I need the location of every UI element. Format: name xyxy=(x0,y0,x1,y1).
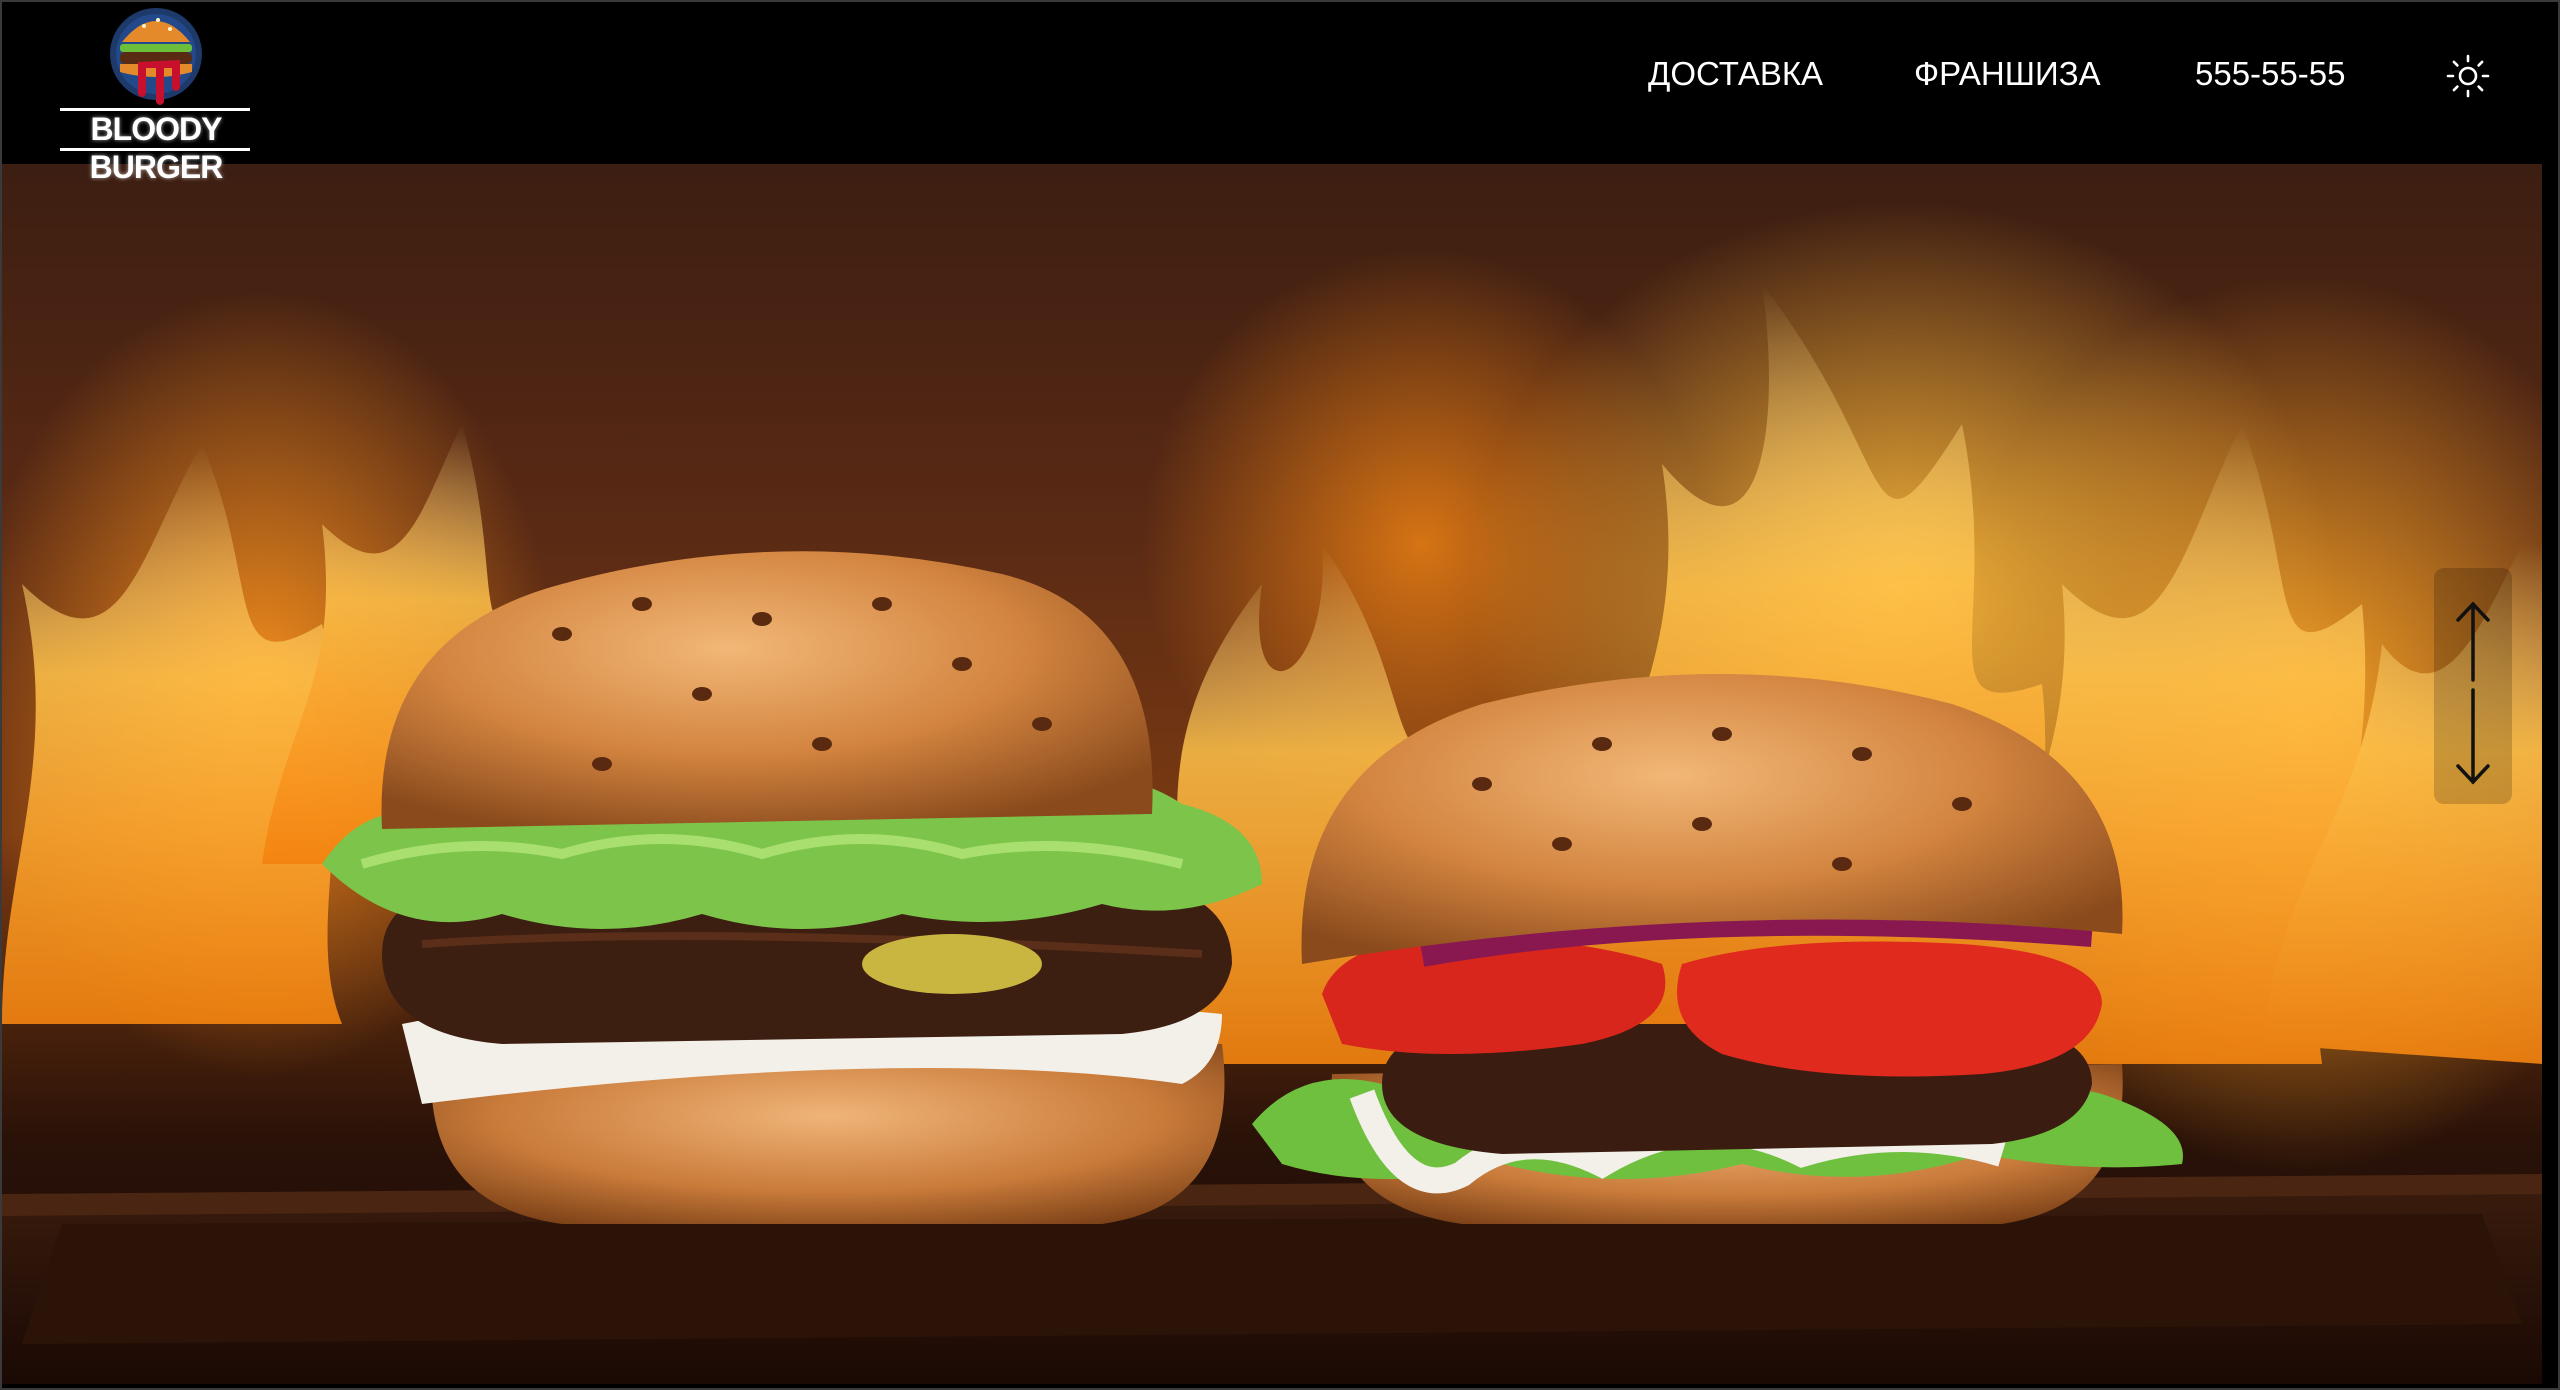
nav-franchise-link[interactable]: ФРАНШИЗА xyxy=(1914,50,2101,98)
scroll-up-button[interactable] xyxy=(2434,568,2512,686)
nav-delivery-link[interactable]: ДОСТАВКА xyxy=(1648,50,1823,98)
arrow-down-icon xyxy=(2456,688,2490,785)
logo-bottom-rule xyxy=(60,148,250,151)
scroll-down-button[interactable] xyxy=(2434,686,2512,804)
theme-toggle-button[interactable] xyxy=(2446,54,2490,98)
hero-burgers-image xyxy=(2,284,2542,1384)
burger-logo-icon xyxy=(110,8,202,105)
brand-logo[interactable]: BLOODY BURGER xyxy=(56,2,256,185)
page: BLOODY BURGER ДОСТАВКА ФРАНШИЗА 555-55-5… xyxy=(0,0,2560,1390)
phone-link[interactable]: 555-55-55 xyxy=(2195,50,2345,98)
site-header: BLOODY BURGER ДОСТАВКА ФРАНШИЗА 555-55-5… xyxy=(2,2,2558,185)
left-burger xyxy=(322,551,1262,1224)
sun-icon xyxy=(2446,54,2490,98)
scroll-control xyxy=(2434,568,2512,804)
hero-banner xyxy=(2,164,2542,1384)
arrow-up-icon xyxy=(2456,601,2490,682)
page-scrollbar[interactable] xyxy=(2542,164,2558,1384)
